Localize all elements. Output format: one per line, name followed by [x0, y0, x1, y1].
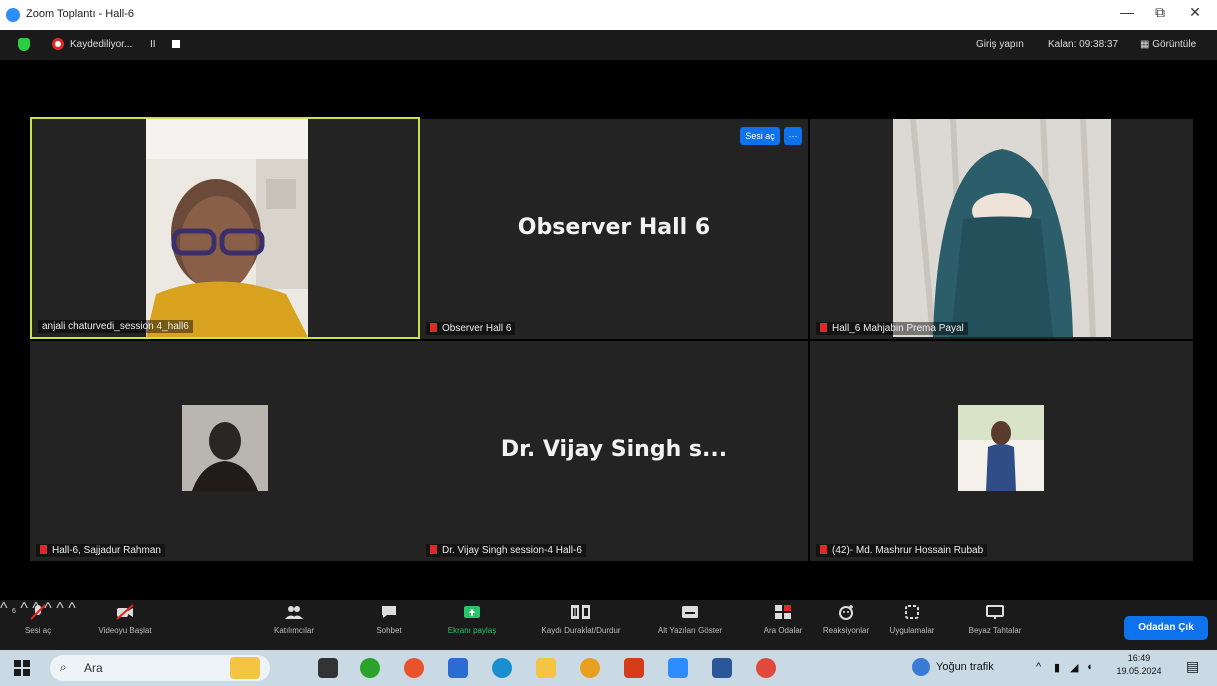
breakout-rooms-button[interactable]: Ara Odalar — [760, 604, 806, 635]
participant-avatar — [958, 405, 1044, 491]
participants-count: 6 — [11, 608, 16, 615]
participant-avatar — [182, 405, 268, 491]
stop-recording-button[interactable] — [172, 40, 180, 48]
participant-tile[interactable]: Hall-6, Sajjadur Rahman — [30, 341, 420, 561]
muted-microphone-icon — [30, 604, 46, 620]
participant-tile[interactable]: Hall_6 Mahjabin Prema Payal — [810, 119, 1193, 339]
participant-name: Hall_6 Mahjabin Prema Payal — [816, 322, 968, 335]
notifications-icon[interactable]: ▤ — [1186, 658, 1199, 675]
whiteboard-options-caret[interactable]: ^ — [68, 600, 76, 617]
window-title: Zoom Toplantı - Hall-6 — [26, 8, 135, 20]
word-icon[interactable] — [712, 658, 732, 678]
office-icon[interactable] — [624, 658, 644, 678]
participant-video — [146, 119, 308, 337]
chat-button[interactable]: Sohbet — [366, 604, 412, 635]
muted-mic-icon — [40, 545, 47, 554]
minimize-button[interactable]: — — [1112, 4, 1142, 20]
search-highlight-icon — [230, 657, 260, 679]
pause-stop-icon — [571, 605, 590, 619]
leave-rooms-button[interactable]: Odadan Çık — [1124, 616, 1208, 640]
participant-display-name: Dr. Vijay Singh s... — [500, 437, 728, 462]
muted-mic-icon — [820, 323, 827, 332]
tray-chevron-icon[interactable]: ^ — [1036, 661, 1041, 673]
calculator-icon[interactable] — [448, 658, 468, 678]
participant-tile[interactable]: (42)- Md. Mashrur Hossain Rubab — [810, 341, 1193, 561]
muted-mic-icon — [430, 323, 437, 332]
participant-name: (42)- Md. Mashrur Hossain Rubab — [816, 544, 988, 557]
participant-name: Observer Hall 6 — [426, 322, 516, 335]
participants-button[interactable]: Katılımcılar — [262, 604, 326, 635]
close-button[interactable]: ✕ — [1180, 4, 1210, 21]
search-placeholder: Ara — [84, 661, 103, 675]
security-shield-icon[interactable] — [18, 38, 30, 51]
edge-icon[interactable] — [492, 658, 512, 678]
task-view-icon[interactable] — [318, 658, 338, 678]
zoom-taskbar-icon[interactable] — [668, 658, 688, 678]
whiteboard-icon — [986, 605, 1004, 619]
participant-tile[interactable]: Observer Hall 6 Sesi aç ··· Observer Hal… — [420, 119, 808, 339]
signin-link[interactable]: Giriş yapın — [976, 39, 1024, 50]
zoom-app-icon — [6, 8, 20, 22]
more-options-button[interactable]: ··· — [784, 127, 802, 145]
apps-button[interactable]: Uygulamalar — [884, 604, 940, 635]
participant-name: Hall-6, Sajjadur Rahman — [36, 544, 165, 557]
pause-stop-recording-button[interactable]: Kaydı Duraklat/Durdur — [526, 604, 636, 635]
search-icon: ⌕ — [60, 660, 67, 674]
firefox-icon[interactable] — [404, 658, 424, 678]
clock[interactable]: 16:49 19.05.2024 — [1116, 653, 1162, 676]
network-icon[interactable]: ◢ — [1070, 661, 1078, 674]
meeting-topbar: Kaydediliyor... II Giriş yapın Kalan: 09… — [0, 30, 1217, 60]
maximize-button[interactable]: ⧉ — [1145, 4, 1175, 21]
whatsapp-icon[interactable] — [360, 658, 380, 678]
windows-taskbar: ⌕ Ara Yoğun trafik ^ ▮ ◢ ◖ 16:49 19.05.2… — [0, 650, 1217, 686]
pause-recording-button[interactable]: II — [150, 39, 156, 50]
share-screen-icon — [464, 606, 480, 618]
windows-start-icon[interactable] — [14, 660, 30, 676]
share-screen-button[interactable]: Ekranı paylaş — [444, 604, 500, 635]
start-video-button[interactable]: Videoyu Başlat — [90, 604, 160, 635]
taskbar-search[interactable]: ⌕ Ara — [50, 655, 270, 681]
captions-icon — [682, 606, 698, 618]
muted-mic-icon — [820, 545, 827, 554]
reactions-icon — [839, 605, 853, 620]
traffic-icon — [912, 658, 930, 676]
participant-name: anjali chaturvedi_session 4_hall6 — [38, 320, 193, 333]
view-button[interactable]: ▦ Görüntüle — [1140, 39, 1196, 50]
chrome-icon[interactable] — [580, 658, 600, 678]
clock-time: 16:49 — [1127, 653, 1151, 663]
participants-icon — [285, 606, 303, 619]
grid-view-icon: ▦ — [1140, 39, 1153, 50]
meeting-toolbar: Sesi aç ^ Videoyu Başlat Katılımcılar 6 … — [0, 600, 1217, 650]
weather-label[interactable]: Yoğun trafik — [936, 661, 994, 673]
volume-icon[interactable]: ◖ — [1086, 661, 1093, 673]
chat-icon — [382, 606, 396, 618]
microphone-tray-icon[interactable]: ▮ — [1054, 661, 1060, 674]
participant-tile[interactable]: Dr. Vijay Singh s... Dr. Vijay Singh ses… — [420, 341, 808, 561]
breakout-rooms-icon — [775, 605, 791, 619]
video-gallery: anjali chaturvedi_session 4_hall6 Observ… — [0, 60, 1217, 600]
clock-date: 19.05.2024 — [1116, 666, 1162, 676]
participant-tile[interactable]: anjali chaturvedi_session 4_hall6 — [30, 117, 420, 339]
recording-icon — [52, 38, 64, 50]
unmute-participant-button[interactable]: Sesi aç — [740, 127, 780, 145]
recording-label: Kaydediliyor... — [70, 39, 133, 50]
chrome-profile-icon[interactable] — [756, 658, 776, 678]
file-explorer-icon[interactable] — [536, 658, 556, 678]
audio-options-caret[interactable]: ^ — [0, 600, 8, 617]
unmute-button[interactable]: Sesi aç — [18, 604, 58, 635]
reactions-button[interactable]: Reaksiyonlar — [818, 604, 874, 635]
apps-icon — [905, 605, 919, 619]
participant-name: Dr. Vijay Singh session-4 Hall-6 — [426, 544, 586, 557]
participant-video — [893, 119, 1111, 337]
view-label: Görüntüle — [1152, 39, 1197, 50]
participant-display-name: Observer Hall 6 — [517, 215, 711, 240]
muted-mic-icon — [430, 545, 437, 554]
video-off-icon — [116, 604, 134, 620]
show-captions-button[interactable]: Alt Yazıları Göster — [648, 604, 732, 635]
window-titlebar: Zoom Toplantı - Hall-6 — ⧉ ✕ — [0, 0, 1217, 30]
meeting-timer: Kalan: 09:38:37 — [1048, 39, 1119, 50]
whiteboards-button[interactable]: Beyaz Tahtalar — [960, 604, 1030, 635]
